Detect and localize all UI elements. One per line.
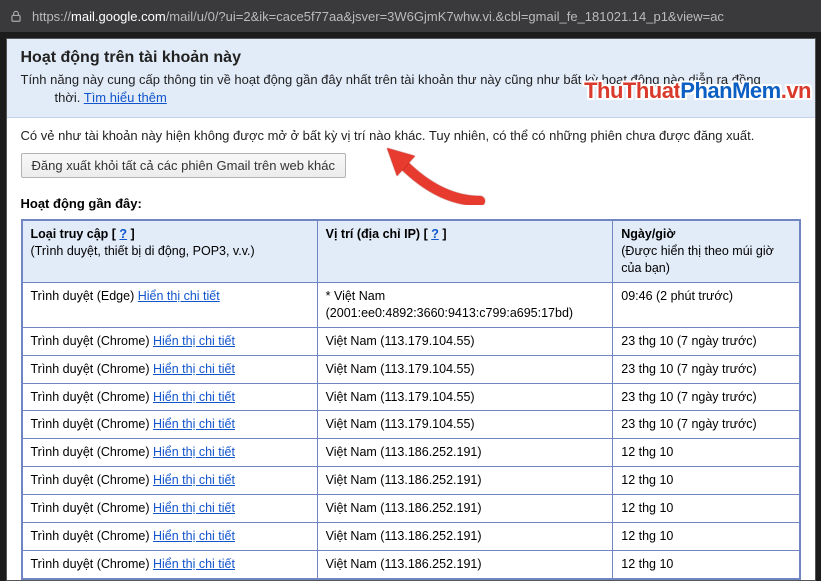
cell-location: Việt Nam (113.179.104.55) [317,383,613,411]
header-datetime: Ngày/giờ (Được hiển thị theo múi giờ của… [613,220,800,282]
cell-datetime: 12 thg 10 [613,550,800,578]
activity-table: Loại truy cập [ ? ] (Trình duyệt, thiết … [21,219,801,579]
table-row: Trình duyệt (Chrome) Hiển thị chi tiếtVi… [22,495,800,523]
signout-all-button[interactable]: Đăng xuất khỏi tất cả các phiên Gmail tr… [21,153,347,178]
cell-location: Việt Nam (113.186.252.191) [317,495,613,523]
url-suffix: /mail/u/0/?ui=2&ik=cace5f77aa&jsver=3W6G… [166,9,724,24]
cell-location: Việt Nam (113.179.104.55) [317,355,613,383]
access-help-link[interactable]: ? [119,227,127,241]
header-datetime-sub: (Được hiển thị theo múi giờ của bạn) [621,243,790,277]
table-row: Trình duyệt (Chrome) Hiển thị chi tiếtVi… [22,355,800,383]
cell-access-type: Trình duyệt (Chrome) Hiển thị chi tiết [22,522,318,550]
header-location: Vị trí (địa chỉ IP) [ ? ] [317,220,613,282]
page-title: Hoạt động trên tài khoản này [21,49,801,67]
show-details-link[interactable]: Hiển thị chi tiết [153,501,235,515]
show-details-link[interactable]: Hiển thị chi tiết [153,334,235,348]
show-details-link[interactable]: Hiển thị chi tiết [153,529,235,543]
cell-datetime: 23 thg 10 (7 ngày trước) [613,327,800,355]
cell-datetime: 12 thg 10 [613,439,800,467]
cell-datetime: 12 thg 10 [613,495,800,523]
table-row: Trình duyệt (Chrome) Hiển thị chi tiếtVi… [22,383,800,411]
table-header-row: Loại truy cập [ ? ] (Trình duyệt, thiết … [22,220,800,282]
table-row: Trình duyệt (Chrome) Hiển thị chi tiếtVi… [22,327,800,355]
url-domain: mail.google.com [71,9,166,24]
show-details-link[interactable]: Hiển thị chi tiết [153,557,235,571]
show-details-link[interactable]: Hiển thị chi tiết [153,417,235,431]
cell-access-type: Trình duyệt (Chrome) Hiển thị chi tiết [22,550,318,578]
show-details-link[interactable]: Hiển thị chi tiết [153,362,235,376]
cell-datetime: 09:46 (2 phút trước) [613,283,800,328]
cell-location: Việt Nam (113.186.252.191) [317,467,613,495]
show-details-link[interactable]: Hiển thị chi tiết [138,289,220,303]
header-section: Hoạt động trên tài khoản này Tính năng n… [7,39,815,118]
url-text[interactable]: https://mail.google.com/mail/u/0/?ui=2&i… [32,9,813,24]
cell-access-type: Trình duyệt (Chrome) Hiển thị chi tiết [22,383,318,411]
cell-access-type: Trình duyệt (Chrome) Hiển thị chi tiết [22,467,318,495]
header-description: Tính năng này cung cấp thông tin về hoạt… [21,71,801,107]
cell-location: Việt Nam (113.179.104.55) [317,411,613,439]
cell-location: Việt Nam (113.186.252.191) [317,439,613,467]
table-row: Trình duyệt (Chrome) Hiển thị chi tiếtVi… [22,522,800,550]
cell-access-type: Trình duyệt (Chrome) Hiển thị chi tiết [22,495,318,523]
learn-more-link[interactable]: Tìm hiểu thêm [84,90,167,105]
cell-datetime: 12 thg 10 [613,467,800,495]
page-content: Hoạt động trên tài khoản này Tính năng n… [6,38,816,581]
cell-access-type: Trình duyệt (Chrome) Hiển thị chi tiết [22,355,318,383]
desc-line2: thời. [55,90,84,105]
recent-activity-title: Hoạt động gần đây: [21,196,801,211]
cell-access-type: Trình duyệt (Edge) Hiển thị chi tiết [22,283,318,328]
cell-datetime: 23 thg 10 (7 ngày trước) [613,355,800,383]
table-row: Trình duyệt (Chrome) Hiển thị chi tiếtVi… [22,411,800,439]
table-row: Trình duyệt (Chrome) Hiển thị chi tiếtVi… [22,550,800,578]
cell-datetime: 23 thg 10 (7 ngày trước) [613,383,800,411]
cell-access-type: Trình duyệt (Chrome) Hiển thị chi tiết [22,439,318,467]
cell-location: Việt Nam (113.179.104.55) [317,327,613,355]
table-row: Trình duyệt (Chrome) Hiển thị chi tiếtVi… [22,439,800,467]
cell-access-type: Trình duyệt (Chrome) Hiển thị chi tiết [22,411,318,439]
show-details-link[interactable]: Hiển thị chi tiết [153,390,235,404]
cell-datetime: 12 thg 10 [613,522,800,550]
session-info-text: Có vẻ như tài khoản này hiện không được … [21,128,801,143]
table-row: Trình duyệt (Edge) Hiển thị chi tiết* Vi… [22,283,800,328]
location-help-link[interactable]: ? [431,227,439,241]
show-details-link[interactable]: Hiển thị chi tiết [153,473,235,487]
header-access-sub: (Trình duyệt, thiết bị di động, POP3, v.… [31,243,309,260]
cell-location: Việt Nam (113.186.252.191) [317,550,613,578]
show-details-link[interactable]: Hiển thị chi tiết [153,445,235,459]
cell-location: * Việt Nam(2001:ee0:4892:3660:9413:c799:… [317,283,613,328]
address-bar[interactable]: https://mail.google.com/mail/u/0/?ui=2&i… [0,0,821,32]
desc-line1: Tính năng này cung cấp thông tin về hoạt… [21,72,761,87]
lock-icon [8,8,24,24]
header-access-type: Loại truy cập [ ? ] (Trình duyệt, thiết … [22,220,318,282]
url-prefix: https:// [32,9,71,24]
cell-datetime: 23 thg 10 (7 ngày trước) [613,411,800,439]
cell-access-type: Trình duyệt (Chrome) Hiển thị chi tiết [22,327,318,355]
table-row: Trình duyệt (Chrome) Hiển thị chi tiếtVi… [22,467,800,495]
cell-location: Việt Nam (113.186.252.191) [317,522,613,550]
